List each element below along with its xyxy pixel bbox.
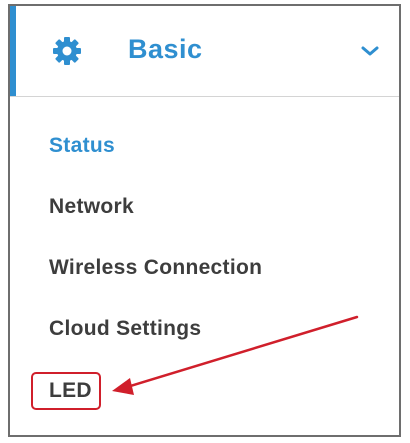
header-title: Basic (128, 34, 203, 64)
menu-item-wireless-connection[interactable]: Wireless Connection (49, 256, 262, 280)
basic-section-header[interactable]: Basic (10, 6, 399, 97)
menu-item-status[interactable]: Status (49, 134, 115, 158)
menu-item-network[interactable]: Network (49, 195, 134, 219)
header-accent-bar (10, 6, 16, 96)
chevron-down-icon[interactable] (360, 44, 380, 58)
gear-icon (53, 37, 81, 65)
menu-item-cloud-settings[interactable]: Cloud Settings (49, 317, 201, 341)
led-highlight-box (31, 372, 101, 410)
